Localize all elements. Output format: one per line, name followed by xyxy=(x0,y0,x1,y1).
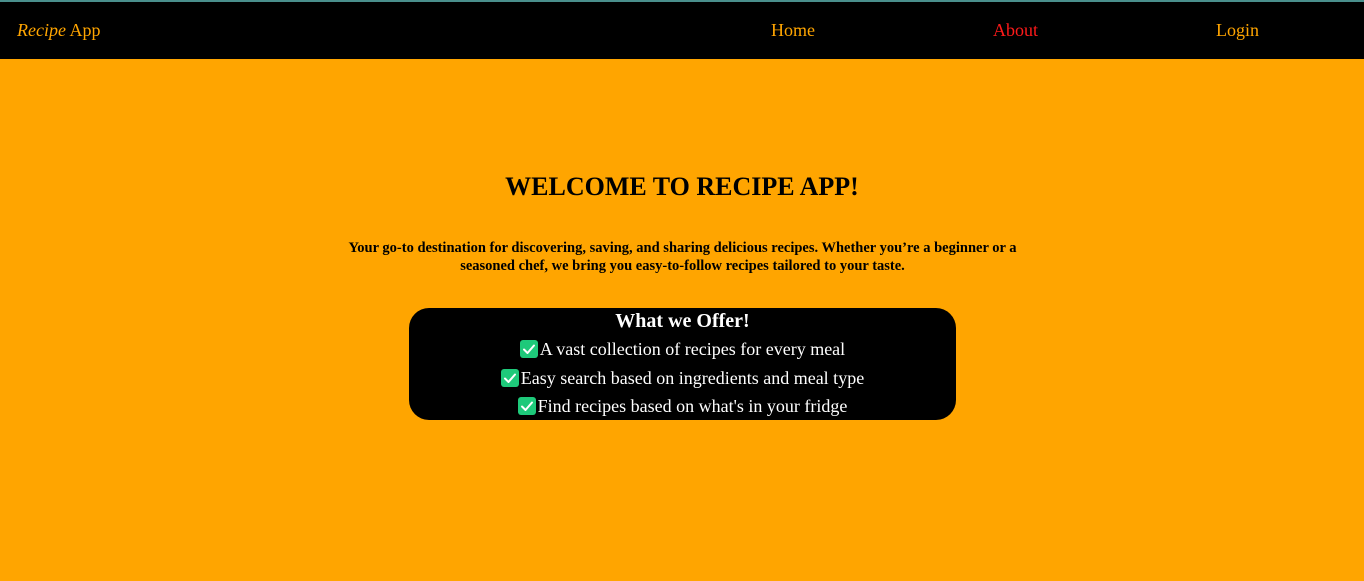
offer-list-item: A vast collection of recipes for every m… xyxy=(409,338,956,367)
offer-card: What we Offer! A vast collection of reci… xyxy=(409,308,956,420)
offer-list-item: Easy search based on ingredients and mea… xyxy=(409,367,956,396)
check-mark-icon xyxy=(517,397,536,415)
offer-list-item: Find recipes based on what's in your fri… xyxy=(409,395,956,424)
offer-item-text: A vast collection of recipes for every m… xyxy=(539,339,846,359)
check-mark-icon xyxy=(500,368,519,387)
offer-item-text: Easy search based on ingredients and mea… xyxy=(520,367,865,388)
nav-link-about[interactable]: About xyxy=(993,19,1038,41)
nav-link-login[interactable]: Login xyxy=(1216,19,1259,41)
offer-list: A vast collection of recipes for every m… xyxy=(409,338,956,424)
brand-italic-text: Recipe xyxy=(17,20,66,40)
check-mark-icon xyxy=(519,340,538,358)
nav-link-home[interactable]: Home xyxy=(771,19,815,41)
offer-title: What we Offer! xyxy=(615,310,750,332)
brand-logo-link[interactable]: Recipe App xyxy=(17,19,100,41)
hero-description: Your go-to destination for discovering, … xyxy=(348,240,1017,274)
brand-text: App xyxy=(65,20,101,40)
page-title: WELCOME TO RECIPE APP! xyxy=(505,172,859,201)
navbar: Recipe App Home About Login xyxy=(0,2,1364,59)
offer-item-text: Find recipes based on what's in your fri… xyxy=(537,396,848,416)
